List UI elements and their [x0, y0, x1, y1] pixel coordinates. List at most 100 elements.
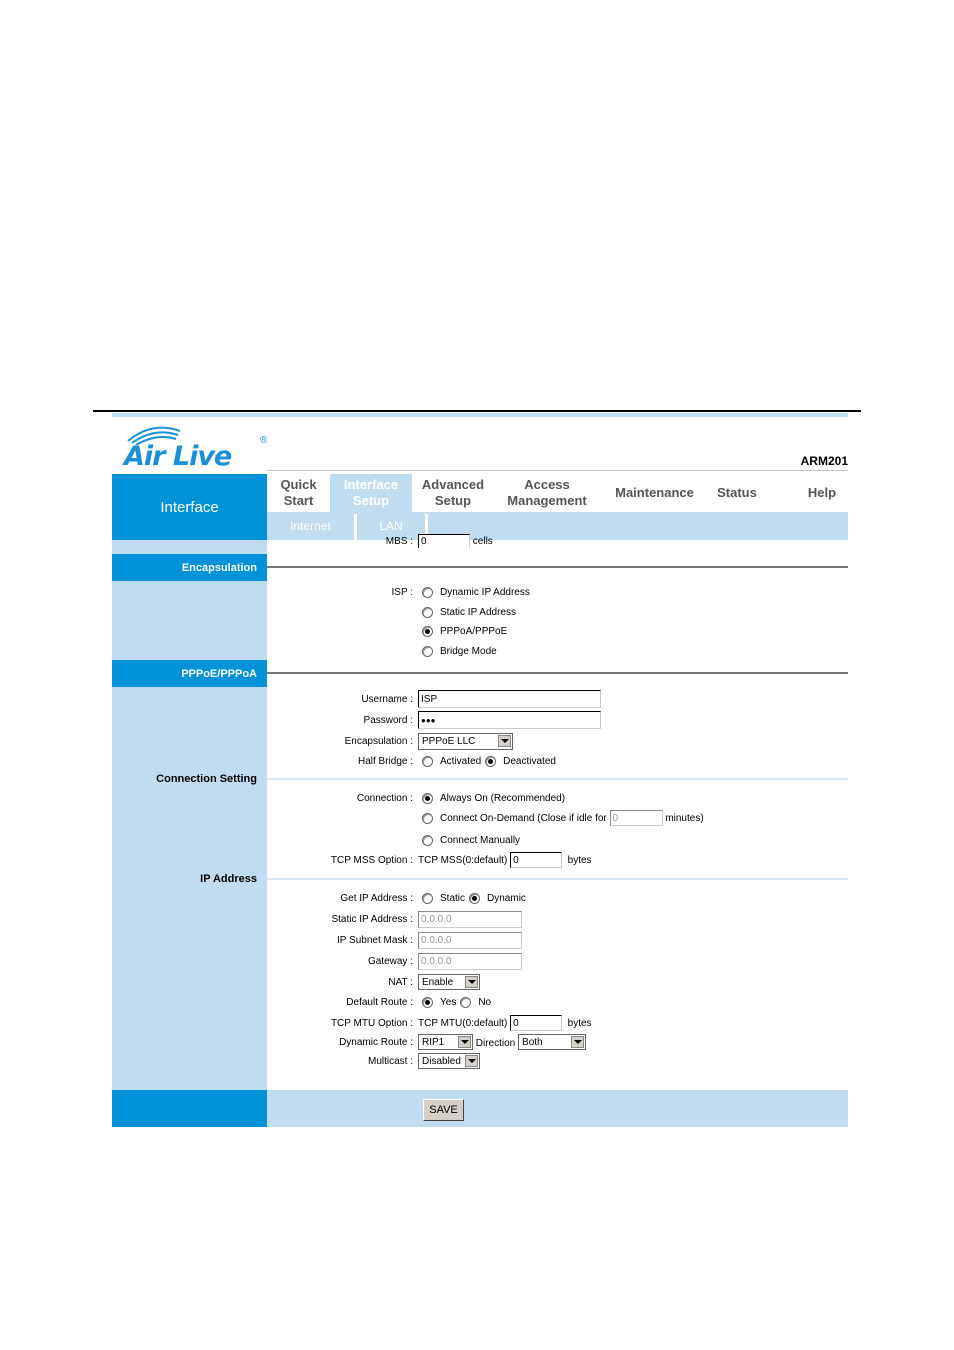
- header-divider: [267, 470, 848, 471]
- multicast-row: Multicast : Disabled: [267, 1051, 848, 1071]
- tab-label: Access: [524, 477, 570, 492]
- tab-advanced-setup[interactable]: Advanced Setup: [412, 474, 494, 512]
- encapsulation-label: Encapsulation :: [344, 735, 413, 747]
- section-divider: [267, 672, 848, 674]
- connect-manually-radio[interactable]: [422, 834, 433, 846]
- direction-select[interactable]: Both: [518, 1034, 587, 1050]
- multicast-select[interactable]: Disabled: [418, 1053, 480, 1069]
- mbs-unit: cells: [472, 535, 493, 547]
- password-input[interactable]: ●●●: [418, 711, 601, 729]
- select-value: Both: [522, 1036, 543, 1048]
- isp-row-3: PPPoA/PPPoE: [267, 621, 848, 641]
- section-pppoe: PPPoE/PPPoA: [112, 660, 267, 687]
- get-ip-row: Get IP Address : Static Dynamic: [267, 888, 848, 908]
- always-on-radio[interactable]: [422, 792, 433, 804]
- radio-label: No: [478, 996, 492, 1008]
- tcp-mtu-input[interactable]: 0: [510, 1015, 563, 1031]
- tcp-mss-input[interactable]: 0: [510, 852, 563, 868]
- get-ip-static-radio[interactable]: [422, 892, 433, 904]
- static-ip-label: Static IP Address :: [331, 913, 413, 925]
- section-connection-setting: Connection Setting: [156, 773, 257, 785]
- tab-label: Help: [807, 485, 837, 500]
- subnet-input[interactable]: 0.0.0.0: [418, 931, 522, 949]
- default-route-yes-radio[interactable]: [422, 996, 433, 1008]
- mbs-label: MBS :: [385, 535, 413, 547]
- isp-row-2: Static IP Address: [267, 602, 848, 622]
- isp-option: Static IP Address: [440, 606, 516, 618]
- page-divider: [93, 410, 861, 412]
- nat-select[interactable]: Enable: [418, 974, 480, 990]
- radio-label: Connect On-Demand (Close if idle for: [440, 812, 607, 824]
- chevron-down-icon: [465, 976, 478, 988]
- chevron-down-icon: [458, 1036, 471, 1048]
- tab-help[interactable]: Help: [797, 474, 847, 512]
- tab-maintenance[interactable]: Maintenance: [607, 474, 702, 512]
- isp-dynamic-radio[interactable]: [422, 586, 433, 598]
- footer-sidebar: [112, 1090, 267, 1127]
- static-ip-input[interactable]: 0.0.0.0: [418, 910, 522, 928]
- idle-minutes-input[interactable]: 0: [609, 810, 663, 826]
- half-bridge-row: Half Bridge : Activated Deactivated: [267, 751, 848, 771]
- tab-label: Maintenance: [615, 485, 694, 500]
- radio-label: Connect Manually: [440, 834, 521, 846]
- isp-static-radio[interactable]: [422, 606, 433, 618]
- default-route-no-radio[interactable]: [460, 996, 472, 1008]
- tab-status[interactable]: Status: [707, 474, 767, 512]
- tcp-mss-label: TCP MSS Option :: [330, 854, 413, 866]
- get-ip-dynamic-radio[interactable]: [469, 892, 481, 904]
- tab-label: Status: [717, 485, 757, 500]
- isp-row-1: ISP : Dynamic IP Address: [267, 582, 848, 602]
- chevron-down-icon: [571, 1036, 585, 1048]
- radio-label: Deactivated: [503, 755, 556, 767]
- isp-option: Bridge Mode: [440, 645, 497, 657]
- mbs-input[interactable]: 0: [418, 534, 470, 548]
- tcp-mss-unit: bytes: [567, 854, 592, 866]
- subnet-row: IP Subnet Mask : 0.0.0.0: [267, 930, 848, 950]
- isp-pppoa-pppoe-radio[interactable]: [422, 625, 433, 637]
- tab-interface-setup[interactable]: Interface Setup: [330, 474, 412, 512]
- username-input[interactable]: ISP: [418, 690, 601, 708]
- encapsulation-select[interactable]: PPPoE LLC: [418, 732, 513, 750]
- connection-row-2: Connect On-Demand (Close if idle for 0 m…: [267, 808, 848, 828]
- select-value: PPPoE LLC: [422, 735, 476, 747]
- brand-name: Air Live: [124, 441, 232, 472]
- top-accent-bar: [112, 413, 848, 417]
- registered-mark: ®: [260, 435, 268, 446]
- isp-option: Dynamic IP Address: [440, 586, 530, 598]
- nat-row: NAT : Enable: [267, 972, 848, 992]
- tab-access-management[interactable]: Access Management: [497, 474, 597, 512]
- idle-unit: minutes): [665, 812, 704, 824]
- half-bridge-deactivated-radio[interactable]: [485, 755, 497, 767]
- tcp-mtu-label: TCP MTU Option :: [330, 1017, 413, 1029]
- on-demand-radio[interactable]: [422, 812, 433, 824]
- isp-row-4: Bridge Mode: [267, 641, 848, 661]
- chevron-down-icon: [498, 734, 511, 747]
- radio-label: Dynamic: [487, 892, 526, 904]
- tcp-mtu-row: TCP MTU Option : TCP MTU(0:default) 0 by…: [267, 1013, 848, 1033]
- main-nav: Quick Start Interface Setup Advanced Setup …: [267, 474, 848, 512]
- radio-label: Activated: [440, 755, 482, 767]
- tab-label: Interface: [343, 477, 399, 492]
- default-route-label: Default Route :: [346, 996, 413, 1008]
- tcp-mss-prefix: TCP MSS(0:default): [418, 854, 508, 866]
- static-ip-row: Static IP Address : 0.0.0.0: [267, 909, 848, 929]
- tab-quick-start[interactable]: Quick Start: [267, 474, 330, 512]
- tab-label: Quick: [280, 477, 317, 492]
- radio-label: Always On (Recommended): [440, 792, 566, 804]
- default-route-row: Default Route : Yes No: [267, 992, 848, 1012]
- connection-row-3: Connect Manually: [267, 830, 848, 850]
- username-row: Username : ISP: [267, 689, 848, 709]
- isp-bridge-radio[interactable]: [422, 645, 433, 657]
- gateway-label: Gateway :: [367, 955, 413, 967]
- dynamic-route-row: Dynamic Route : RIP1 Direction Both: [267, 1032, 848, 1052]
- tab-label: Setup: [352, 493, 390, 508]
- sidebar: Encapsulation PPPoE/PPPoA Connection Set…: [112, 540, 267, 1090]
- tcp-mtu-prefix: TCP MTU(0:default): [418, 1017, 508, 1029]
- connection-label: Connection :: [356, 792, 413, 804]
- gateway-input[interactable]: 0.0.0.0: [418, 952, 522, 970]
- half-bridge-activated-radio[interactable]: [422, 755, 433, 767]
- get-ip-label: Get IP Address :: [340, 892, 413, 904]
- select-value: RIP1: [422, 1036, 445, 1048]
- dynamic-route-select[interactable]: RIP1: [418, 1034, 473, 1050]
- save-button[interactable]: SAVE: [423, 1099, 464, 1121]
